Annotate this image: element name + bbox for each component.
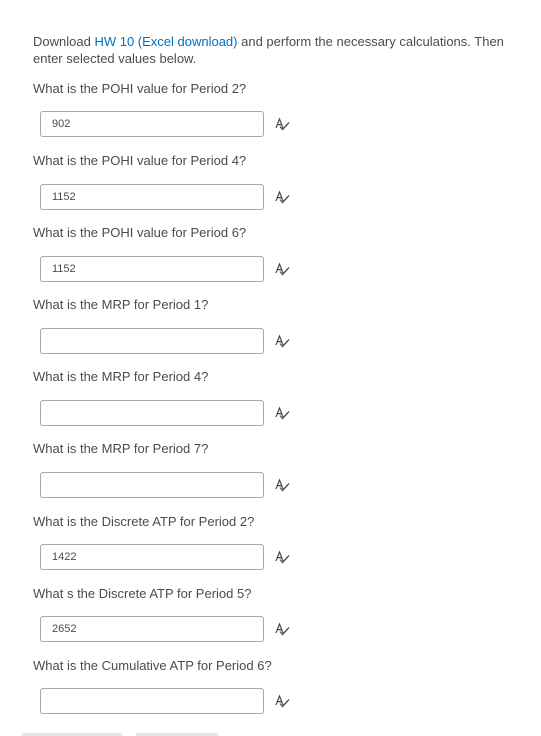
answer-input-8[interactable] xyxy=(40,616,264,642)
answer-input-3[interactable] xyxy=(40,256,264,282)
question-label-9: What is the Cumulative ATP for Period 6? xyxy=(33,658,272,673)
answer-input-9[interactable] xyxy=(40,688,264,714)
question-label-5: What is the MRP for Period 4? xyxy=(33,369,209,384)
spellcheck-icon[interactable] xyxy=(274,116,292,134)
question-label-1: What is the POHI value for Period 2? xyxy=(33,81,247,96)
question-label-6: What is the MRP for Period 7? xyxy=(33,441,209,456)
question-label-8: What s the Discrete ATP for Period 5? xyxy=(33,586,252,601)
question-label-3: What is the POHI value for Period 6? xyxy=(33,225,247,240)
spellcheck-icon[interactable] xyxy=(274,261,292,279)
answer-input-5[interactable] xyxy=(40,400,264,426)
spellcheck-icon[interactable] xyxy=(274,549,292,567)
answer-input-2[interactable] xyxy=(40,184,264,210)
excel-download-link[interactable]: HW 10 (Excel download) xyxy=(94,34,237,49)
answer-input-1[interactable] xyxy=(40,111,264,137)
spellcheck-icon[interactable] xyxy=(274,477,292,495)
instructions-text-start: Download xyxy=(33,34,95,49)
question-label-2: What is the POHI value for Period 4? xyxy=(33,153,247,168)
spellcheck-icon[interactable] xyxy=(274,333,292,351)
answer-input-6[interactable] xyxy=(40,472,264,498)
spellcheck-icon[interactable] xyxy=(274,189,292,207)
answer-input-4[interactable] xyxy=(40,328,264,354)
spellcheck-icon[interactable] xyxy=(274,405,292,423)
instructions: Download HW 10 (Excel download) and perf… xyxy=(33,33,523,67)
spellcheck-icon[interactable] xyxy=(274,621,292,639)
question-label-4: What is the MRP for Period 1? xyxy=(33,297,209,312)
spellcheck-icon[interactable] xyxy=(274,693,292,711)
answer-input-7[interactable] xyxy=(40,544,264,570)
question-label-7: What is the Discrete ATP for Period 2? xyxy=(33,514,255,529)
